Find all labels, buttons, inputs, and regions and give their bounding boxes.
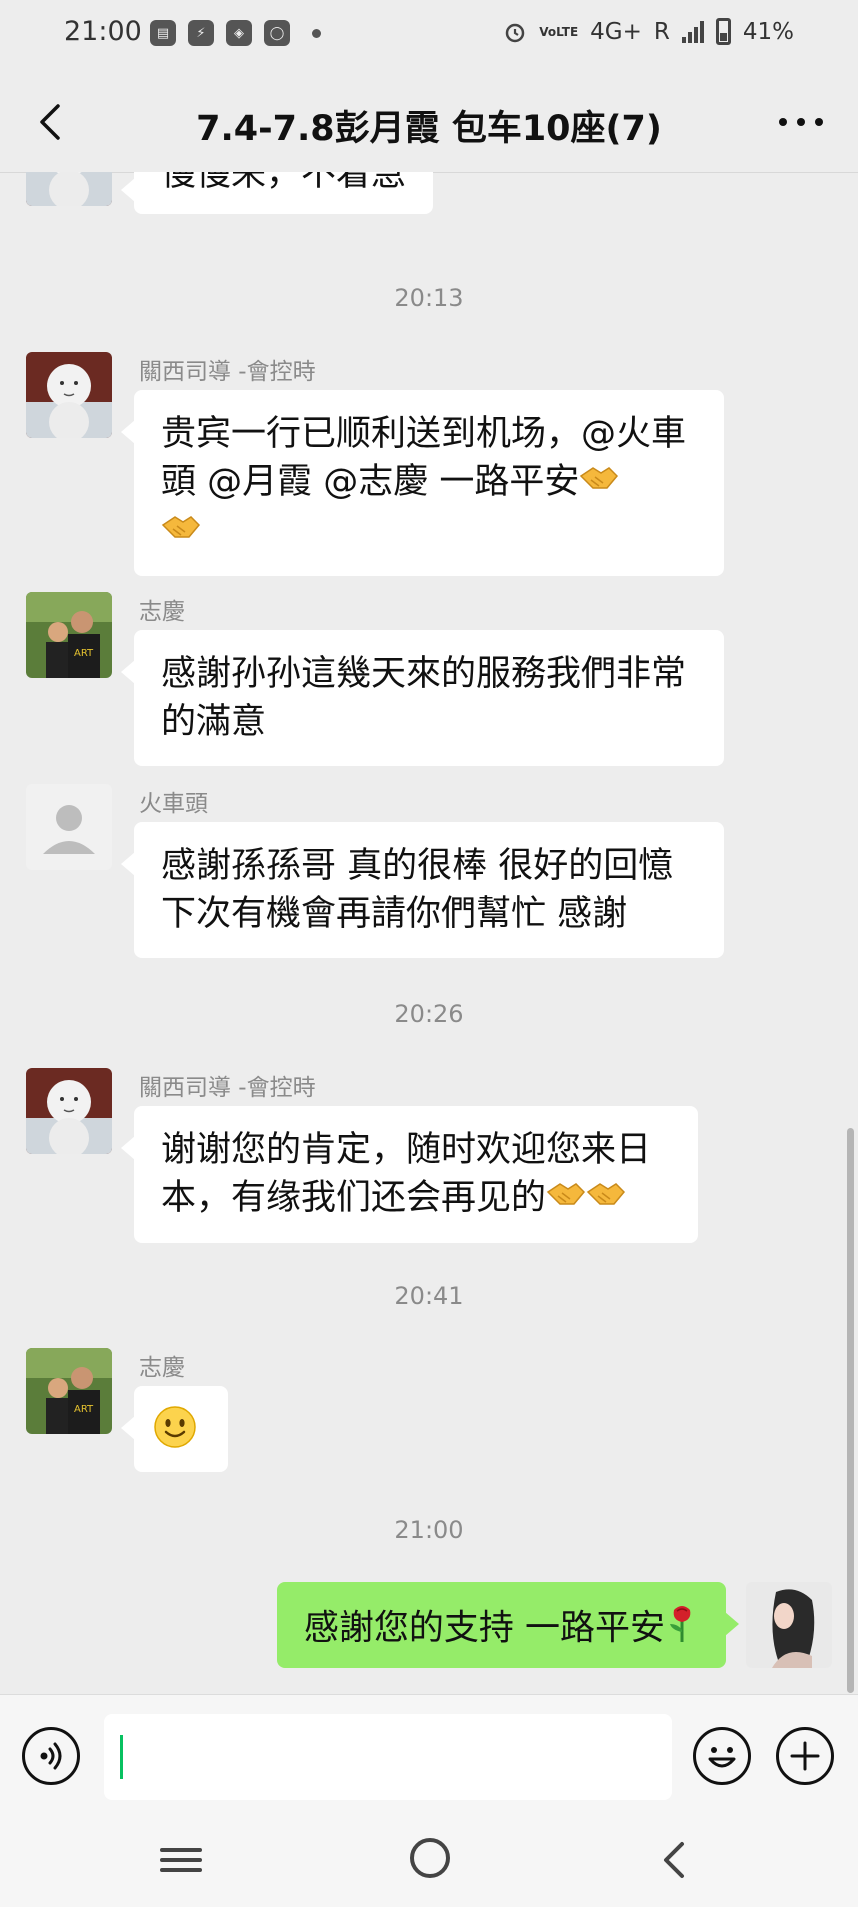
status-time: 21:00 — [64, 16, 142, 47]
self-message-bubble[interactable]: 感謝您的支持 一路平安 — [276, 1582, 740, 1668]
battery-percent: 41% — [742, 18, 794, 45]
sender-name: 火車頭 — [139, 791, 208, 817]
message-line: 感謝孫孫哥 真的很棒 很好的回憶 — [161, 846, 674, 886]
battery-icon — [715, 18, 731, 45]
avatar-couple[interactable]: ART — [26, 1348, 112, 1434]
app-icon: ◈ — [226, 20, 252, 46]
sender-name: 志慶 — [139, 599, 185, 625]
handshake-emoji — [546, 1175, 586, 1223]
messenger-icon: ⚡ — [188, 20, 214, 46]
sender-name: 關西司導 -會控時 — [139, 1075, 316, 1101]
message-bubble[interactable] — [121, 1386, 228, 1472]
message-input[interactable] — [104, 1714, 672, 1800]
avatar-self[interactable] — [746, 1582, 832, 1668]
chat-title: 7.4-7.8彭月霞 包车10座(7) — [196, 109, 662, 149]
handshake-emoji — [579, 459, 619, 507]
avatar-couple[interactable]: ART — [26, 592, 112, 678]
smile-emoji — [152, 1404, 198, 1463]
message-icon: ▤ — [150, 20, 176, 46]
message-bubble[interactable]: 谢谢您的肯定，随时欢迎您来日 本，有缘我们还会再见的 — [121, 1106, 698, 1243]
timestamp: 21:00 — [394, 1516, 464, 1544]
message-line: 感謝孙孙這幾天來的服務我們非常 — [161, 654, 687, 694]
sender-name: 志慶 — [139, 1355, 185, 1381]
message-line: 本，有缘我们还会再见的 — [161, 1178, 547, 1218]
avatar-snowman[interactable] — [26, 172, 112, 206]
avatar-snowman[interactable] — [26, 1068, 112, 1154]
svg-text:ART: ART — [74, 648, 94, 659]
text-cursor — [120, 1735, 123, 1779]
scrollbar[interactable] — [847, 1128, 854, 1693]
message-line: 頭 @月霞 @志慶 一路平安 — [161, 462, 580, 502]
notification-icons: ▤ ⚡ ◈ ◯ — [150, 20, 321, 46]
input-bar — [0, 1694, 858, 1817]
status-right: VoLTE 4G+ R 41% — [503, 18, 794, 45]
avatar-default[interactable] — [26, 784, 112, 870]
network-label: 4G+ — [590, 18, 642, 45]
recent-apps-icon[interactable] — [160, 1840, 202, 1880]
sender-name: 關西司導 -會控時 — [139, 359, 316, 385]
message-text: 感謝您的支持 一路平安 — [303, 1608, 665, 1649]
home-icon[interactable] — [410, 1838, 450, 1878]
message-bubble[interactable]: 慢慢来，不着急 — [120, 172, 434, 214]
plus-icon[interactable] — [776, 1727, 834, 1785]
back-icon[interactable] — [30, 100, 74, 144]
more-notifications-dot — [312, 28, 321, 38]
voice-icon[interactable] — [22, 1727, 80, 1785]
more-icon[interactable] — [774, 102, 828, 142]
message-line: 下次有機會再請你們幫忙 感謝 — [161, 894, 628, 934]
timestamp: 20:13 — [394, 284, 464, 312]
status-bar: 21:00 ▤ ⚡ ◈ ◯ VoLTE 4G+ R 41% — [0, 0, 858, 72]
chat-header: 7.4-7.8彭月霞 包车10座(7) — [0, 72, 858, 173]
message-bubble[interactable]: 感謝孫孫哥 真的很棒 很好的回憶 下次有機會再請你們幫忙 感謝 — [121, 822, 724, 958]
timestamp: 20:41 — [394, 1282, 464, 1310]
chat-area[interactable]: 慢慢来，不着急 20:13 關西司導 -會控時 贵宾一行已顺利送到机场，@火車 … — [0, 172, 858, 1694]
system-nav-bar — [0, 1816, 858, 1907]
emoji-icon[interactable] — [693, 1727, 751, 1785]
message-line: 贵宾一行已顺利送到机场，@火車 — [161, 414, 687, 454]
avatar-snowman[interactable] — [26, 352, 112, 438]
message-bubble[interactable]: 感謝孙孙這幾天來的服務我們非常 的滿意 — [121, 630, 724, 766]
message-line: 谢谢您的肯定，随时欢迎您来日 — [161, 1130, 652, 1170]
alarm-icon — [505, 23, 525, 42]
timestamp: 20:26 — [394, 1000, 464, 1028]
signal-icon — [681, 20, 704, 43]
handshake-emoji — [586, 1175, 626, 1223]
message-text: 慢慢来，不着急 — [161, 172, 407, 194]
nav-back-icon[interactable] — [656, 1838, 692, 1882]
message-bubble[interactable]: 贵宾一行已顺利送到机场，@火車 頭 @月霞 @志慶 一路平安 — [121, 390, 724, 576]
svg-text:ART: ART — [74, 1404, 94, 1415]
handshake-emoji — [161, 508, 201, 556]
line-icon: ◯ — [264, 20, 290, 46]
volte-label: VoLTE — [539, 24, 579, 39]
message-line: 的滿意 — [161, 702, 267, 742]
rose-emoji — [665, 1602, 699, 1657]
roaming-label: R — [653, 18, 670, 45]
